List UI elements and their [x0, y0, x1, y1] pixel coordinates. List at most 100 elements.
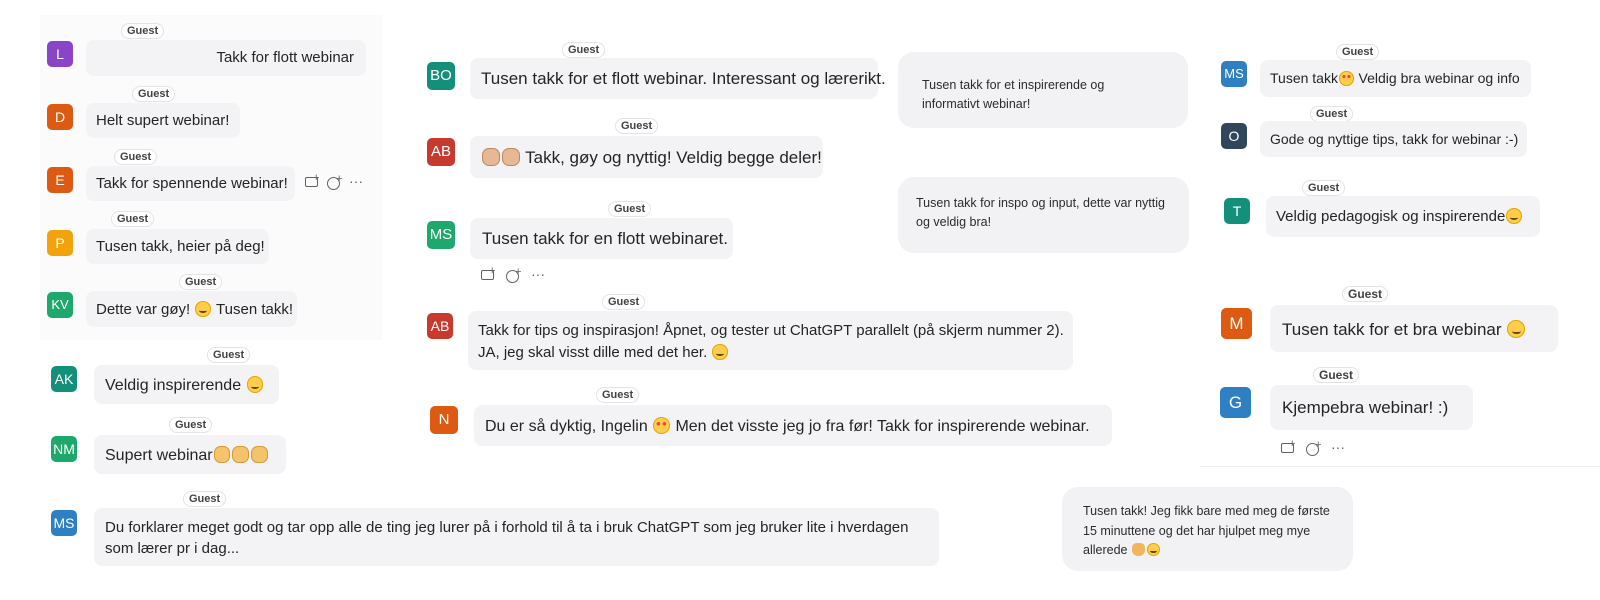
message-bubble-plain-1[interactable]: Tusen takk for et inspirerende og inform… — [898, 52, 1188, 128]
message-text: Du er så dyktig, Ingelin — [485, 417, 648, 435]
message-text: Du forklarer meget godt og tar opp alle … — [105, 519, 909, 557]
message-text: Supert webinar — [105, 446, 213, 464]
avatar[interactable]: D — [47, 104, 73, 130]
message-text: Tusen takk, heier på deg! — [96, 238, 265, 255]
guest-tag: Guest — [179, 274, 223, 290]
message-bubble[interactable]: Takk for tips og inspirasjon! Åpnet, og … — [468, 311, 1073, 370]
grinning-emoji-icon — [712, 343, 729, 360]
message-actions — [1278, 434, 1348, 459]
message-bubble[interactable]: Takk, gøy og nyttig! Veldig begge deler! — [470, 136, 823, 178]
message-bubble[interactable]: Du er så dyktig, Ingelin Men det visste … — [474, 405, 1112, 446]
message-actions — [302, 168, 368, 193]
message-bubble[interactable]: Helt supert webinar! — [86, 103, 240, 138]
guest-tag: Guest — [114, 149, 158, 165]
message-bubble[interactable]: Tusen takk Veldig bra webinar og info — [1260, 60, 1531, 97]
react-icon[interactable] — [1303, 435, 1323, 459]
avatar[interactable]: NM — [51, 436, 77, 462]
avatar[interactable]: KV — [47, 292, 73, 318]
heart-eyes-emoji-icon — [1338, 71, 1354, 86]
avatar[interactable]: N — [430, 406, 458, 434]
smile-emoji-icon — [1507, 320, 1526, 338]
avatar[interactable]: L — [47, 41, 73, 67]
react-icon[interactable] — [503, 262, 523, 286]
message-bubble[interactable]: Tusen takk for en flott webinaret. — [470, 218, 733, 259]
avatar[interactable]: M — [1221, 308, 1252, 339]
message-bubble-plain-2[interactable]: Tusen takk for inspo og input, dette var… — [898, 177, 1189, 253]
avatar[interactable]: G — [1220, 387, 1251, 418]
more-options-icon[interactable] — [346, 171, 366, 193]
message-text: Takk for spennende webinar! — [96, 175, 288, 192]
message-bubble[interactable]: Tusen takk for et flott webinar. Interes… — [470, 58, 886, 99]
message-text-tail: Men det visste jeg jo fra før! Takk for … — [675, 417, 1090, 435]
guest-tag: Guest — [183, 491, 227, 507]
message-text: Tusen takk for et bra webinar — [1282, 319, 1502, 339]
clapping-hands-icon — [482, 148, 500, 166]
blush-emoji-icon — [1147, 543, 1161, 557]
guest-tag: Guest — [615, 118, 659, 134]
clapping-hands-icon — [501, 148, 520, 166]
message-text: Tusen takk — [1270, 70, 1338, 87]
message-bubble[interactable]: Dette var gøy! Tusen takk! — [86, 291, 297, 327]
avatar[interactable]: AK — [51, 366, 77, 392]
message-text: Tusen takk! Jeg fikk bare med meg de før… — [1083, 504, 1330, 557]
guest-tag: Guest — [1302, 180, 1346, 196]
guest-tag: Guest — [207, 347, 251, 363]
guest-tag: Guest — [1313, 367, 1360, 383]
message-text: Takk, gøy og nyttig! Veldig begge deler! — [525, 147, 822, 167]
avatar[interactable]: AB — [427, 313, 453, 339]
guest-tag: Guest — [1342, 286, 1389, 302]
message-bubble[interactable]: Kjempebra webinar! :) — [1270, 385, 1473, 430]
grinning-emoji-icon — [246, 376, 264, 393]
message-bubble[interactable]: Du forklarer meget godt og tar opp alle … — [94, 508, 939, 566]
smile-emoji-icon — [1506, 208, 1523, 224]
message-text-tail: Veldig bra webinar og info — [1358, 70, 1520, 87]
more-options-icon[interactable] — [1328, 437, 1348, 459]
clapping-hands-icon — [232, 446, 250, 463]
avatar[interactable]: E — [47, 167, 73, 193]
guest-tag: Guest — [562, 42, 606, 58]
message-text: Veldig inspirerende — [105, 376, 242, 394]
more-options-icon[interactable] — [528, 264, 548, 286]
message-bubble[interactable]: Gode og nyttige tips, takk for webinar :… — [1260, 121, 1527, 157]
avatar[interactable]: AB — [427, 138, 455, 166]
guest-tag: Guest — [602, 294, 646, 310]
message-text: Kjempebra webinar! :) — [1282, 398, 1449, 417]
guest-tag: Guest — [132, 86, 176, 102]
message-bubble[interactable]: Tusen takk for et bra webinar — [1270, 305, 1558, 352]
avatar[interactable]: MS — [427, 221, 455, 249]
message-bubble[interactable]: Veldig pedagogisk og inspirerende — [1266, 196, 1540, 237]
message-text: Helt supert webinar! — [96, 112, 230, 129]
avatar[interactable]: P — [47, 230, 73, 256]
message-actions — [478, 261, 548, 286]
avatar[interactable]: MS — [1221, 61, 1247, 87]
message-text-line-1: Takk for tips og inspirasjon! Åpnet, og … — [478, 322, 1064, 339]
guest-tag: Guest — [596, 387, 640, 403]
message-text: Tusen takk for inspo og input, dette var… — [916, 196, 1165, 229]
heart-eyes-emoji-icon — [653, 417, 670, 434]
message-text-line-2: JA, jeg skal visst dille med det her. — [478, 344, 708, 361]
reply-icon[interactable] — [478, 261, 498, 286]
reply-icon[interactable] — [302, 168, 322, 193]
avatar[interactable]: T — [1224, 198, 1250, 224]
message-text: Dette var gøy! — [96, 301, 191, 319]
avatar[interactable]: O — [1221, 123, 1247, 149]
divider — [1200, 466, 1600, 467]
message-text: Veldig pedagogisk og inspirerende — [1276, 208, 1506, 226]
guest-tag: Guest — [169, 417, 213, 433]
reply-icon[interactable] — [1278, 434, 1298, 459]
message-text: Tusen takk for et inspirerende og inform… — [922, 78, 1105, 111]
avatar[interactable]: MS — [51, 510, 77, 536]
message-bubble-plain-3[interactable]: Tusen takk! Jeg fikk bare med meg de før… — [1062, 487, 1353, 571]
message-bubble[interactable]: Takk for spennende webinar! — [86, 166, 295, 201]
message-bubble[interactable]: Supert webinar — [94, 435, 286, 474]
react-icon[interactable] — [324, 169, 344, 193]
avatar[interactable]: BO — [427, 62, 455, 90]
message-bubble[interactable]: Veldig inspirerende — [94, 365, 279, 404]
message-bubble[interactable]: Takk for flott webinar — [86, 40, 366, 76]
guest-tag: Guest — [1336, 44, 1380, 60]
guest-tag: Guest — [111, 211, 155, 227]
message-bubble[interactable]: Tusen takk, heier på deg! — [86, 229, 269, 264]
guest-tag: Guest — [1310, 106, 1354, 122]
message-text-tail: Tusen takk! — [216, 301, 294, 319]
folded-hands-icon — [1131, 543, 1146, 557]
